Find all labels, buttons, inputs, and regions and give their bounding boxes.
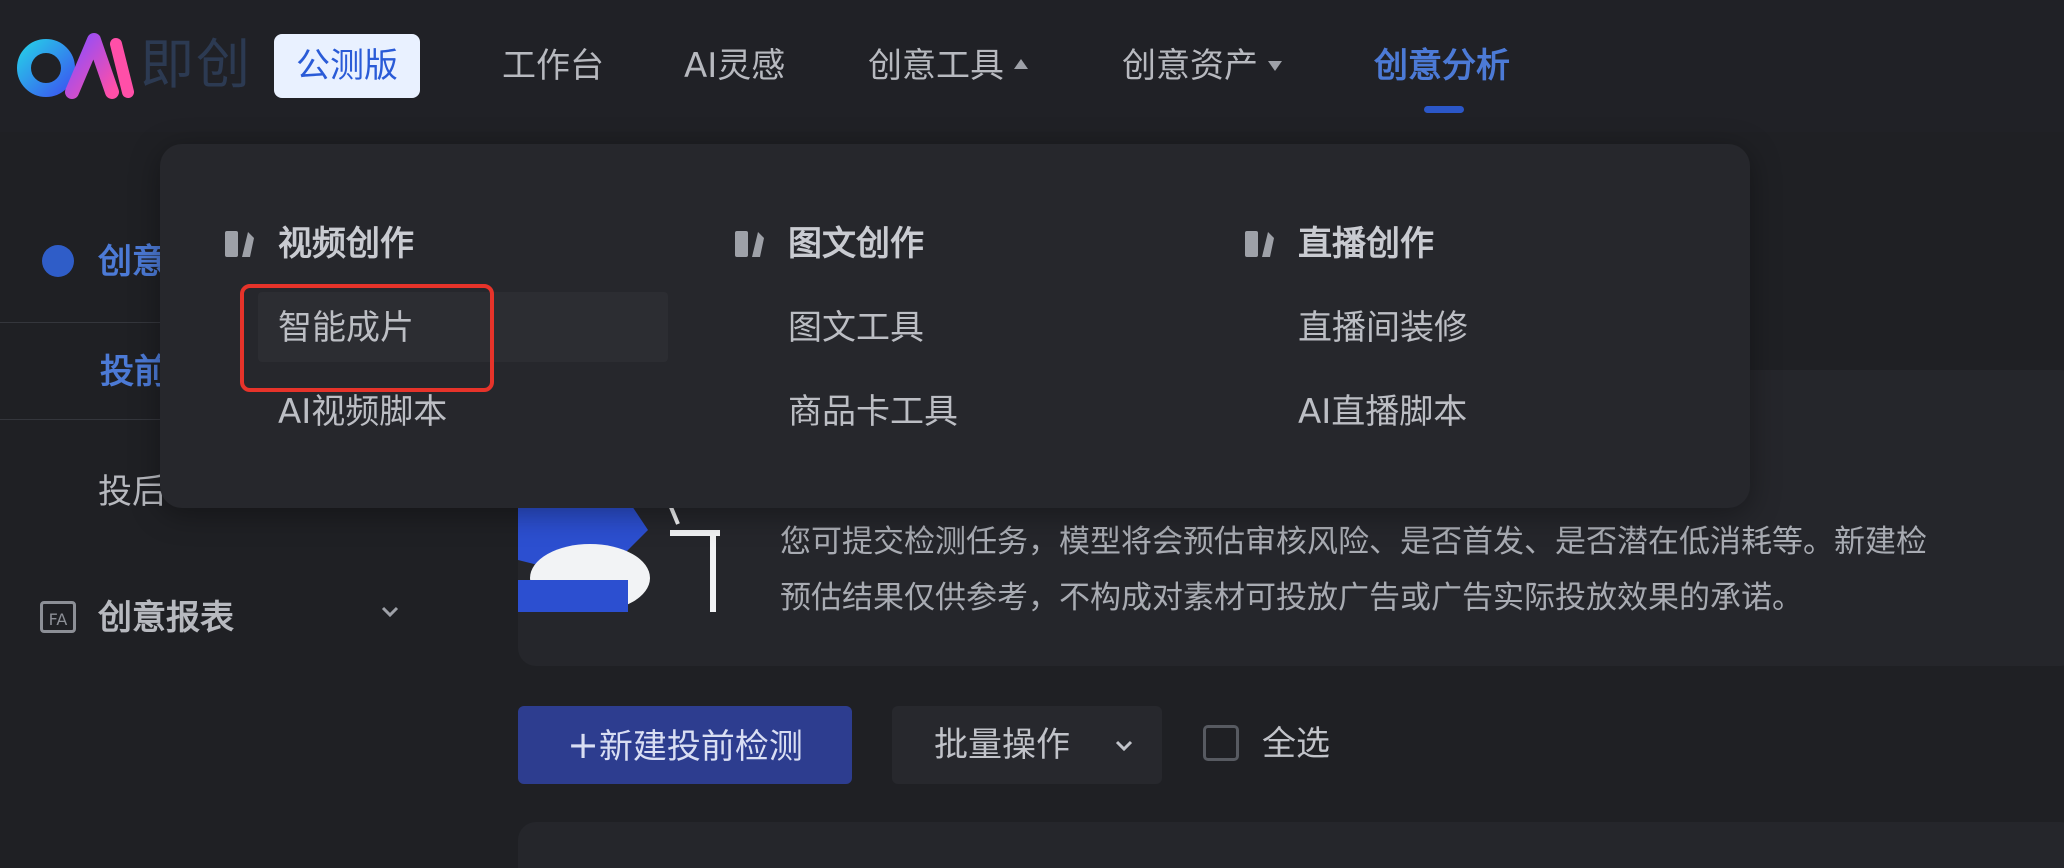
menu-item-live-room-decoration[interactable]: 直播间装修 [1298, 300, 1468, 356]
highlight-box [240, 284, 494, 392]
report-icon: FA [40, 601, 76, 633]
nav-workbench-label: 工作台 [502, 46, 604, 86]
category-icon [1245, 231, 1274, 257]
app-logo-icon[interactable] [16, 30, 134, 100]
batch-operation-label: 批量操作 [934, 725, 1070, 765]
select-all-label[interactable]: 全选 [1262, 720, 1330, 768]
category-icon [225, 231, 254, 257]
category-video-creation: 视频创作 [278, 224, 414, 264]
new-pre-launch-check-button[interactable]: +新建投前检测 [518, 706, 852, 784]
nav-creative-assets[interactable]: 创意资产 [1122, 40, 1282, 92]
new-button-label: 新建投前检测 [598, 727, 803, 767]
sidebar-item-post-launch[interactable]: 投后 [98, 468, 166, 516]
sidebar-section-creative[interactable]: 创意 [98, 238, 166, 286]
nav-creative-assets-label: 创意资产 [1122, 46, 1258, 86]
beta-badge: 公测版 [274, 34, 420, 98]
batch-operation-button[interactable]: 批量操作 [892, 706, 1162, 784]
chevron-down-icon [1115, 740, 1133, 752]
menu-item-image-text-tool[interactable]: 图文工具 [788, 300, 924, 356]
active-nav-indicator [1424, 106, 1464, 113]
nav-workbench[interactable]: 工作台 [502, 40, 604, 92]
top-nav-bar: 即创 公测版 工作台 AI灵感 创意工具 创意资产 创意分析 [0, 0, 2064, 132]
page: 即创 公测版 工作台 AI灵感 创意工具 创意资产 创意分析 创意 投前 投后 … [0, 0, 2064, 868]
brand-name: 即创 [140, 33, 252, 96]
chevron-down-icon[interactable] [380, 602, 400, 622]
nav-ai-inspiration[interactable]: AI灵感 [684, 40, 785, 92]
caret-up-icon [1014, 58, 1028, 69]
category-image-text-creation: 图文创作 [788, 224, 924, 264]
sidebar-item-creative-report[interactable]: 创意报表 [98, 594, 234, 642]
sidebar-item-pre-launch-label: 投前 [100, 352, 168, 392]
select-all-checkbox[interactable] [1203, 725, 1239, 761]
nav-creative-analysis-label: 创意分析 [1374, 46, 1510, 86]
info-text-line-1: 您可提交检测任务，模型将会预估审核风险、是否首发、是否潜在低消耗等。新建检 [780, 524, 1927, 560]
category-icon [735, 231, 764, 257]
menu-item-product-card-tool[interactable]: 商品卡工具 [788, 384, 958, 440]
plus-icon: + [567, 723, 599, 767]
menu-item-ai-video-script[interactable]: AI视频脚本 [278, 384, 447, 440]
menu-item-ai-live-script[interactable]: AI直播脚本 [1298, 384, 1467, 440]
content-card [518, 822, 2064, 868]
info-text-line-2: 预估结果仅供参考，不构成对素材可投放广告或广告实际投放效果的承诺。 [780, 580, 1803, 616]
illustration-image [518, 500, 738, 612]
bulb-icon [42, 245, 74, 277]
nav-creative-tools[interactable]: 创意工具 [868, 40, 1028, 92]
caret-down-icon [1268, 60, 1282, 71]
nav-creative-tools-label: 创意工具 [868, 46, 1004, 86]
category-live-creation: 直播创作 [1298, 224, 1434, 264]
nav-ai-inspiration-label: AI灵感 [684, 46, 786, 86]
nav-creative-analysis[interactable]: 创意分析 [1374, 40, 1510, 92]
